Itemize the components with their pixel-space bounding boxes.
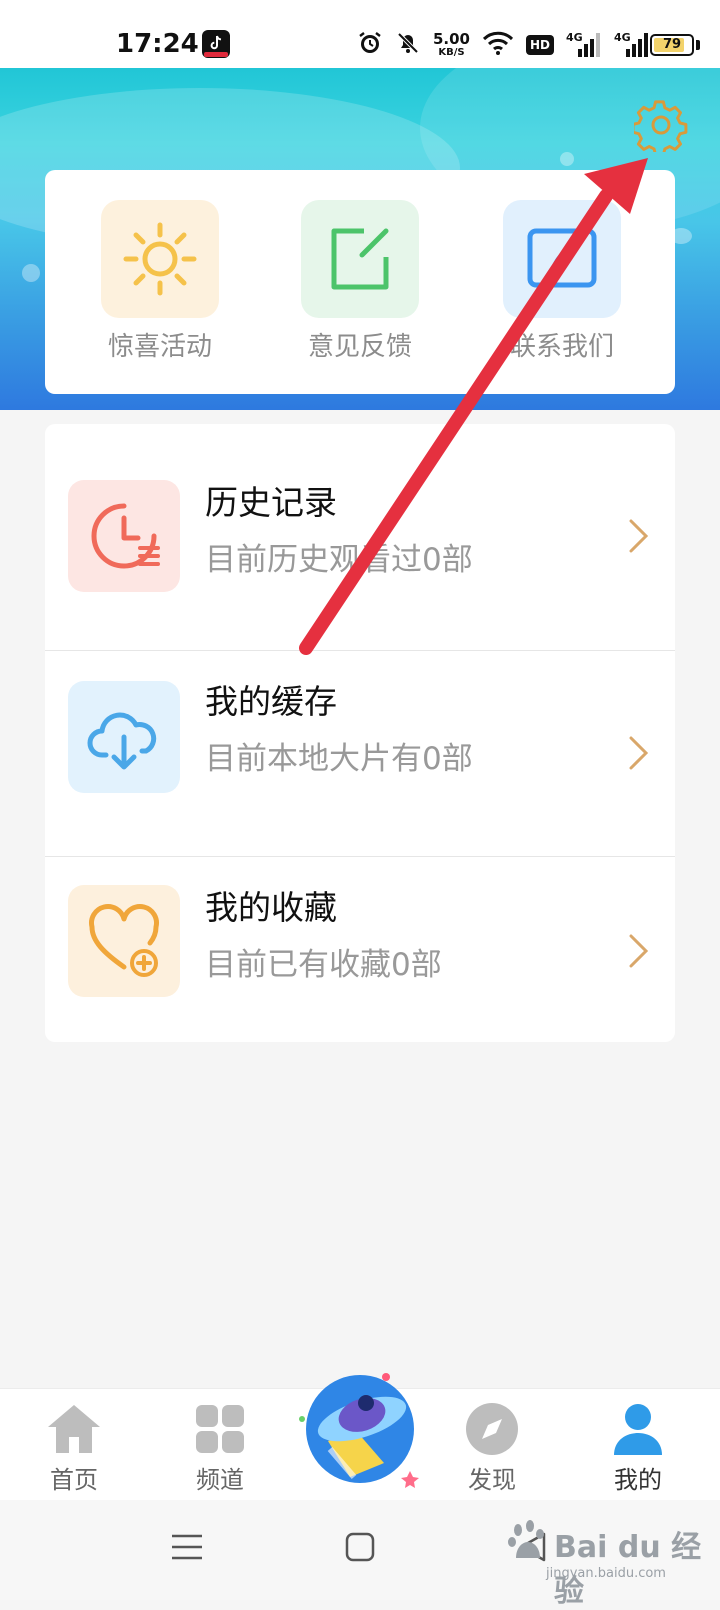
- quick-action-label: 惊喜活动: [107, 332, 212, 362]
- alarm-icon: [357, 30, 383, 60]
- quick-action-feedback[interactable]: 意见反馈: [290, 200, 430, 364]
- menu-button[interactable]: [170, 1530, 204, 1568]
- system-nav-bar: Bai du 经验 jingyan.baidu.com: [0, 1500, 720, 1609]
- chevron-right-icon: [629, 934, 649, 968]
- bottom-nav: 首页 频道 发现 我的: [0, 1373, 720, 1501]
- row-subtitle: 目前已有收藏0部: [205, 947, 442, 983]
- home-square-icon: [345, 1532, 375, 1562]
- cache-row[interactable]: 我的缓存 目前本地大片有0部: [45, 651, 675, 855]
- heart-plus-icon: [68, 885, 180, 997]
- nav-discover[interactable]: 发现: [442, 1399, 542, 1495]
- sun-icon: [101, 200, 219, 318]
- nav-ufo-button[interactable]: [298, 1363, 428, 1493]
- chevron-right-icon: [629, 519, 649, 553]
- battery-percent: 79: [662, 37, 682, 52]
- grid-icon: [190, 1399, 250, 1459]
- quick-action-label: 意见反馈: [307, 332, 412, 362]
- profile-list-card: 历史记录 目前历史观看过0部 我的缓存 目前本地大片有0部 我的收藏 目前已有收…: [45, 424, 675, 1042]
- nav-channels[interactable]: 频道: [170, 1399, 270, 1495]
- chevron-right-icon: [629, 736, 649, 770]
- compass-icon: [462, 1399, 522, 1459]
- mute-icon: [395, 30, 421, 60]
- row-title: 我的收藏: [205, 888, 337, 927]
- cloud-download-icon: [68, 681, 180, 793]
- hd-voice-icon: HD: [525, 35, 554, 55]
- nav-me[interactable]: 我的: [588, 1399, 688, 1495]
- quick-action-label: 联系我们: [509, 332, 614, 362]
- tiktok-app-icon: [202, 30, 230, 58]
- nav-home[interactable]: 首页: [24, 1399, 124, 1495]
- status-time: 17:24: [116, 29, 199, 59]
- nav-label: 发现: [468, 1466, 516, 1494]
- nav-label: 我的: [614, 1466, 662, 1494]
- history-row[interactable]: 历史记录 目前历史观看过0部: [45, 424, 675, 648]
- nav-label: 频道: [196, 1466, 244, 1494]
- edit-note-icon: [301, 200, 419, 318]
- row-title: 历史记录: [205, 483, 337, 522]
- clock-list-icon: [68, 480, 180, 592]
- nav-label: 首页: [50, 1466, 98, 1494]
- baidu-watermark: Bai du 经验 jingyan.baidu.com: [506, 1520, 706, 1609]
- favorites-row[interactable]: 我的收藏 目前已有收藏0部: [45, 857, 675, 1042]
- message-rocket-icon: [503, 200, 621, 318]
- ufo-icon: [299, 1373, 419, 1488]
- gear-icon: [631, 100, 688, 157]
- home-icon: [44, 1399, 104, 1459]
- signal-4g-icon: 4G: [566, 31, 602, 59]
- watermark-url: jingyan.baidu.com: [546, 1566, 666, 1581]
- wifi-icon: [482, 31, 514, 59]
- row-subtitle: 目前历史观看过0部: [205, 542, 473, 578]
- quick-action-contact[interactable]: 联系我们: [492, 200, 632, 364]
- status-bar: 17:24 5.00 KB/S HD 4G 4G 79: [0, 0, 720, 68]
- quick-action-surprise[interactable]: 惊喜活动: [90, 200, 230, 364]
- row-title: 我的缓存: [205, 682, 337, 721]
- signal-4g-icon-2: 4G: [614, 31, 650, 59]
- quick-actions-card: 惊喜活动 意见反馈 联系我们: [45, 170, 675, 394]
- settings-button[interactable]: [631, 98, 688, 157]
- battery-icon: 79: [650, 34, 694, 56]
- menu-icon: [172, 1534, 202, 1560]
- user-icon: [608, 1399, 668, 1459]
- row-subtitle: 目前本地大片有0部: [205, 741, 473, 777]
- net-speed: 5.00 KB/S: [432, 30, 470, 58]
- home-button[interactable]: [343, 1530, 377, 1568]
